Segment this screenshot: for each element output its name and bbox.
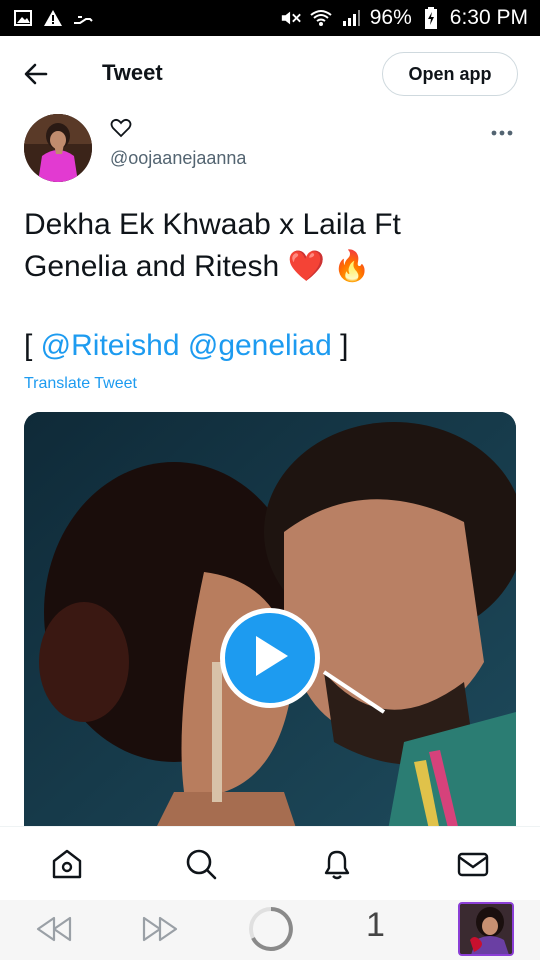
- mention-geneliad[interactable]: @geneliad: [188, 329, 332, 362]
- gallery-icon: [12, 9, 34, 27]
- mute-icon: [280, 9, 302, 27]
- tweet-text-line-1: Dekha Ek Khwaab x Laila Ft: [24, 208, 401, 241]
- signal-icon: [340, 9, 362, 27]
- heart-outline-icon: [110, 118, 132, 138]
- avatar[interactable]: [24, 114, 92, 182]
- warning-icon: [42, 9, 64, 27]
- bracket-close: ]: [331, 329, 349, 362]
- author-handle[interactable]: @oojaanejaanna: [110, 148, 246, 169]
- page-title: Tweet: [102, 60, 163, 85]
- play-button[interactable]: [220, 608, 320, 708]
- mentions-line: [ @Riteishd @geneliad ]: [24, 326, 348, 366]
- rewind-back-icon[interactable]: [34, 914, 74, 949]
- search-icon[interactable]: [184, 847, 220, 883]
- clock: 6:30 PM: [449, 6, 528, 29]
- wifi-icon: [310, 9, 332, 27]
- play-icon: [250, 634, 290, 683]
- translate-tweet-link[interactable]: Translate Tweet: [24, 375, 137, 393]
- more-options-icon[interactable]: [490, 124, 514, 136]
- mention-space: [180, 329, 188, 362]
- fast-forward-icon[interactable]: [140, 914, 180, 949]
- bottom-nav: [0, 826, 540, 902]
- home-icon[interactable]: [50, 847, 86, 883]
- tweet-header: Tweet Open app: [0, 36, 540, 110]
- status-right: 96% 6:30 PM: [280, 6, 528, 30]
- messages-mail-icon[interactable]: [456, 847, 492, 883]
- hand-icon: [72, 9, 94, 27]
- notifications-bell-icon[interactable]: [320, 847, 356, 883]
- tweet-text: Dekha Ek Khwaab x Laila Ft Genelia and R…: [24, 204, 524, 288]
- tweet-text-line-2: Genelia and Ritesh ❤️ 🔥: [24, 250, 371, 283]
- tab-count[interactable]: 1: [366, 906, 385, 945]
- back-arrow-icon[interactable]: [22, 60, 50, 88]
- mention-riteishd[interactable]: @Riteishd: [41, 329, 180, 362]
- battery-icon: [420, 7, 442, 29]
- battery-percent: 96%: [369, 6, 412, 29]
- open-app-button[interactable]: Open app: [382, 52, 518, 96]
- status-bar: 96% 6:30 PM: [0, 0, 540, 36]
- bracket-open: [: [24, 329, 41, 362]
- loading-spinner-icon: [248, 906, 294, 957]
- status-left: [12, 9, 94, 27]
- profile-thumbnail[interactable]: [458, 902, 514, 956]
